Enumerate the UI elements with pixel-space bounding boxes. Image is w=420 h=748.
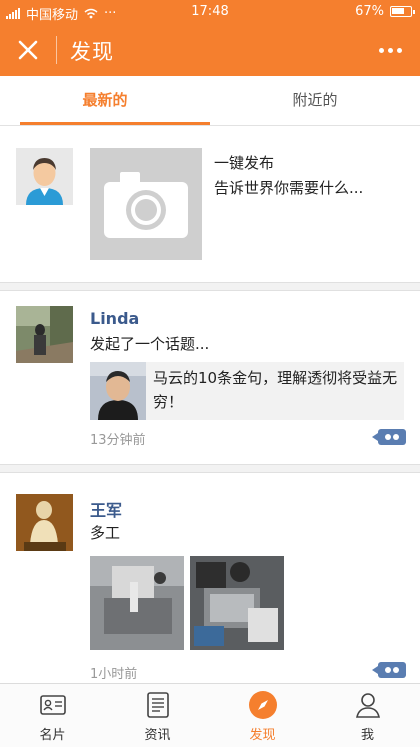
bottom-nav: 名片 资讯 发现 我 [0, 683, 420, 747]
avatar[interactable] [16, 306, 73, 363]
post-card[interactable]: Linda 发起了一个话题... 马云的10条金句，理解透彻将受益无穷！ 13分… [0, 292, 420, 472]
status-right: 67% [355, 4, 415, 19]
comment-icon[interactable] [372, 429, 406, 445]
publish-card[interactable]: 一键发布 告诉世界你需要什么... [0, 126, 420, 282]
status-bar: 中国移动 ··· 17:48 67% [0, 0, 420, 24]
post-author[interactable]: 王军 [90, 497, 122, 521]
card-divider [0, 464, 420, 473]
more-dots-icon[interactable] [372, 34, 408, 66]
tab-active-indicator [20, 122, 210, 125]
post-text: 发起了一个话题... [90, 335, 210, 353]
post-text: 多工 [90, 524, 121, 542]
person-icon [356, 693, 380, 718]
post-time: 13分钟前 [90, 433, 146, 448]
page-title: 发现 [70, 40, 114, 64]
header-divider [56, 36, 57, 64]
card-divider [0, 282, 420, 291]
nav-item-news[interactable]: 资讯 [105, 684, 210, 748]
battery-percent: 67% [355, 4, 384, 19]
close-icon[interactable] [12, 34, 44, 66]
avatar[interactable] [16, 148, 73, 205]
card-icon [40, 695, 66, 715]
post-author[interactable]: Linda [90, 309, 139, 328]
nav-label: 我 [360, 728, 374, 743]
compass-icon [249, 691, 277, 719]
app-header: 发现 [0, 24, 420, 76]
battery-icon [390, 6, 415, 17]
post-photo[interactable] [190, 556, 284, 650]
shared-thumbnail [90, 362, 146, 420]
tab-bar: 最新的 附近的 [0, 76, 420, 126]
tab-nearby[interactable]: 附近的 [210, 76, 420, 126]
avatar[interactable] [16, 494, 73, 551]
nav-label: 资讯 [144, 728, 171, 743]
nav-item-discover[interactable]: 发现 [210, 684, 315, 748]
nav-label: 发现 [249, 728, 276, 743]
battery-fill [392, 8, 405, 14]
feed[interactable]: 一键发布 告诉世界你需要什么... Linda 发起了一个话题... 马云的10… [0, 126, 420, 683]
publish-line-2: 告诉世界你需要什么... [214, 179, 364, 197]
shared-title: 马云的10条金句，理解透彻将受益无穷！ [153, 369, 398, 411]
post-photo[interactable] [90, 556, 184, 650]
post-card[interactable]: 王军 多工 1小时前 [0, 474, 420, 683]
nav-item-card[interactable]: 名片 [0, 684, 105, 748]
shared-link[interactable]: 马云的10条金句，理解透彻将受益无穷！ [90, 362, 404, 420]
nav-label: 名片 [39, 728, 66, 743]
tab-latest[interactable]: 最新的 [0, 76, 210, 126]
comment-icon[interactable] [372, 662, 406, 678]
publish-line-1: 一键发布 [214, 154, 275, 172]
nav-item-me[interactable]: 我 [315, 684, 420, 748]
camera-icon[interactable] [90, 148, 202, 260]
news-icon [147, 692, 169, 718]
post-time: 1小时前 [90, 667, 138, 682]
